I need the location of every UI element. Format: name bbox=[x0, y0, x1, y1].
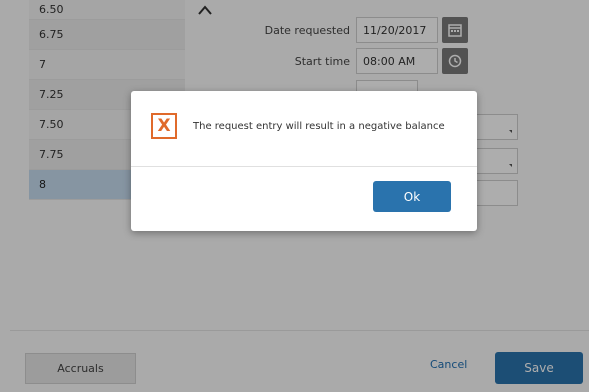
ok-button[interactable]: Ok bbox=[373, 181, 451, 212]
dialog-body: X The request entry will result in a neg… bbox=[131, 91, 477, 167]
error-dialog: X The request entry will result in a neg… bbox=[131, 91, 477, 231]
error-x-glyph: X bbox=[157, 115, 171, 136]
error-x-icon: X bbox=[151, 113, 177, 139]
dialog-message: The request entry will result in a negat… bbox=[193, 121, 445, 132]
